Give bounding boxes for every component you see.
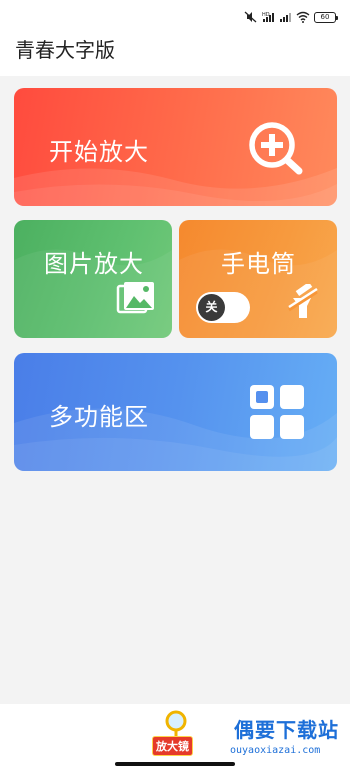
image-icon [116,282,154,314]
image-magnify-card[interactable]: 图片放大 [14,220,172,338]
wave-decoration [14,249,172,338]
grid-icon [250,385,304,439]
features-label: 多功能区 [49,403,149,431]
battery-level: 60 [320,12,330,21]
home-indicator[interactable] [115,762,235,766]
magnifier-icon [165,710,187,737]
app-title: 青春大字版 [15,38,115,62]
hd-signal-icon: HD [262,12,274,22]
battery-icon: 60 [314,11,338,23]
flashlight-label: 手电筒 [221,250,296,278]
flashlight-card[interactable]: 手电筒 关 [179,220,337,338]
features-card[interactable]: 多功能区 [14,353,337,471]
toggle-knob: 关 [198,294,225,321]
status-bar: HD 60 [0,0,350,30]
signal-icon [280,13,291,22]
app-header: 青春大字版 [0,30,350,76]
watermark-badge: 放大镜 [152,710,198,756]
image-magnify-label: 图片放大 [44,250,144,278]
start-magnify-card[interactable]: 开始放大 [14,88,337,206]
status-icons: HD 60 [244,10,338,24]
flashlight-off-icon [288,284,318,318]
mute-icon [244,11,257,23]
watermark-title: 偶要下载站 [234,718,339,742]
flashlight-toggle[interactable]: 关 [196,292,250,323]
watermark-tag: 放大镜 [152,736,193,756]
svg-text:HD: HD [262,12,270,18]
wifi-icon [296,11,310,23]
start-magnify-label: 开始放大 [49,138,149,166]
watermark-url: ouyaoxiazai.com [230,745,321,756]
zoom-in-icon [249,122,303,175]
